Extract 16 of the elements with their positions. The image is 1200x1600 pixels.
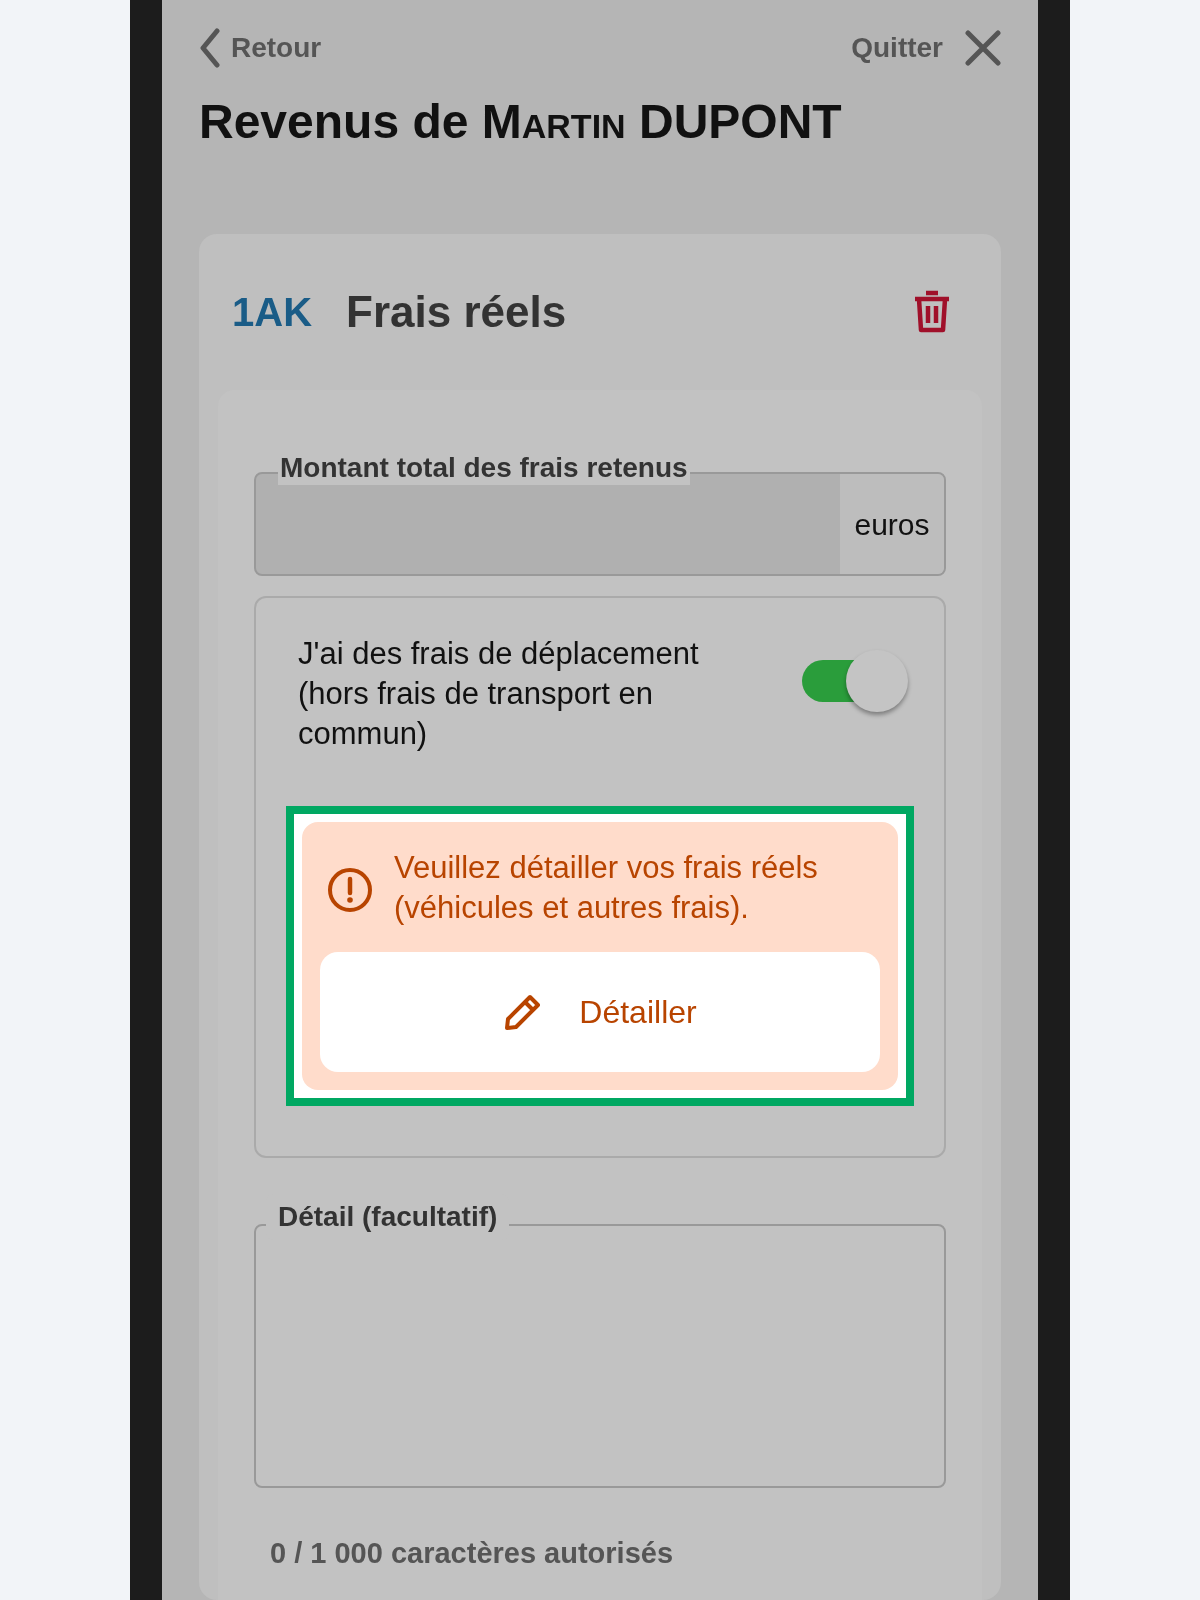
unit-label: euros (840, 474, 944, 574)
alert-message: Veuillez détailler vos frais réels (véhicules et autres frais). (394, 849, 819, 927)
toggle-label: J'ai des frais de déplacement (hors frais de transport en commun) (298, 635, 700, 753)
character-counter: 0 / 1 000 caractères autorisés (270, 1536, 675, 1571)
back-link[interactable]: Retour (199, 27, 322, 69)
card-heading: Frais réels (346, 286, 567, 338)
detail-button[interactable]: Détailler (320, 952, 880, 1072)
close-icon (965, 30, 1001, 66)
chevron-left-icon (199, 28, 221, 68)
toggle-switch[interactable] (800, 650, 910, 712)
box-code: 1AK (232, 289, 313, 336)
page-title: Revenus de Martin DUPONT (199, 98, 843, 146)
exclamation-circle-icon (326, 866, 374, 914)
trash-icon (912, 290, 952, 334)
quit-button[interactable]: Quitter (851, 27, 1001, 69)
delete-button[interactable] (912, 290, 952, 334)
